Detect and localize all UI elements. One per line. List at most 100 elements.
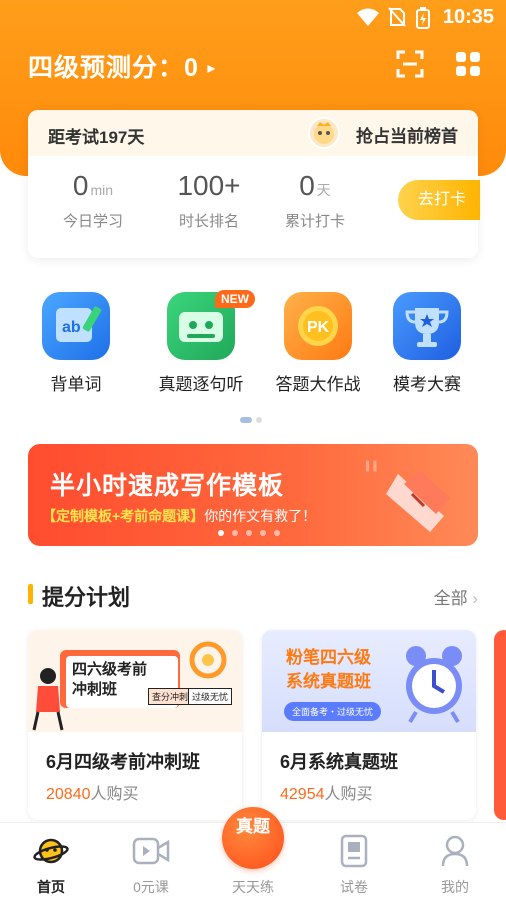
radio-icon: NEW bbox=[167, 290, 255, 360]
pager-dot bbox=[256, 417, 262, 423]
banner-title: 半小时速成写作模板 bbox=[50, 472, 285, 500]
rank-avatar-icon bbox=[308, 117, 340, 149]
page-title: 四级预测分：0 bbox=[28, 54, 199, 82]
nav-label: 首页 bbox=[37, 879, 65, 895]
nav-item-free-course[interactable]: 0元课 bbox=[106, 833, 196, 897]
quick-pager-dots bbox=[240, 410, 266, 428]
buyer-count: 20840 bbox=[46, 786, 91, 803]
svg-text:PK: PK bbox=[307, 319, 330, 336]
quick-label: 真题逐句听 bbox=[158, 375, 244, 394]
alarm-clock-icon bbox=[406, 646, 462, 724]
stat-label: 时长排名 bbox=[178, 213, 239, 230]
predicted-score-link[interactable]: 四级预测分：0 ▸ bbox=[28, 48, 216, 84]
trophy-icon bbox=[393, 292, 461, 360]
stat-value: 100+ bbox=[177, 170, 241, 201]
course-image-title: 系统真题班 bbox=[286, 672, 371, 691]
scan-icon[interactable] bbox=[396, 50, 424, 78]
status-time: 10:35 bbox=[442, 6, 494, 28]
status-bar: 10:35 bbox=[0, 0, 506, 34]
bottom-nav: 首页 0元课 真题 天天练 试卷 我的 bbox=[0, 807, 506, 900]
exam-card: 距考试197天 抢占当前榜首 0 min 今日学习 100+ 时长排名 0天 累计… bbox=[28, 110, 480, 258]
nav-item-home[interactable]: 首页 bbox=[6, 833, 96, 897]
course-buyers: 20840人购买 bbox=[46, 780, 139, 804]
student-illustration-icon bbox=[32, 668, 64, 731]
banner-subtitle-highlight: 【定制模板+考前命题课】 bbox=[42, 508, 205, 524]
video-icon bbox=[132, 837, 170, 865]
profile-icon bbox=[441, 835, 469, 867]
course-buyers: 42954人购买 bbox=[280, 780, 373, 804]
exam-countdown: 距考试197天 bbox=[48, 128, 145, 147]
no-sim-icon bbox=[388, 7, 406, 27]
course-image-title: 粉笔四六级 bbox=[286, 648, 371, 667]
stat-study-today: 0 min 今日学习 bbox=[38, 170, 148, 231]
stat-label: 今日学习 bbox=[62, 213, 123, 230]
banner-dot bbox=[232, 530, 238, 536]
course-name: 6月系统真题班 bbox=[280, 752, 399, 772]
course-image-tag: 全面备考・过级无忧 bbox=[284, 702, 382, 721]
stat-value: 0 bbox=[299, 170, 315, 201]
svg-text:": " bbox=[362, 454, 380, 500]
stat-duration-rank: 100+ 时长排名 bbox=[154, 170, 264, 231]
course-image-tag: 过级无忧 bbox=[188, 688, 233, 705]
see-all-link[interactable]: 全部 › bbox=[434, 584, 478, 609]
section-title: 提分计划 bbox=[42, 585, 131, 610]
exam-card-header: 距考试197天 抢占当前榜首 bbox=[28, 110, 478, 156]
fountain-pen-icon: " bbox=[362, 454, 450, 532]
course-image-title: 四六级考前 bbox=[72, 661, 148, 678]
quick-item-mock-exam[interactable]: 模考大赛 bbox=[372, 292, 482, 395]
chevron-right-icon: › bbox=[472, 589, 478, 608]
buyer-suffix: 人购买 bbox=[90, 786, 139, 803]
stat-unit: min bbox=[90, 182, 114, 198]
section-header: 提分计划 全部 › bbox=[28, 580, 478, 610]
buyer-suffix: 人购买 bbox=[324, 786, 373, 803]
pager-dot-active bbox=[240, 417, 252, 423]
quick-label: 答题大作战 bbox=[275, 375, 361, 394]
banner-pager-dots bbox=[218, 523, 288, 541]
quick-label: 模考大赛 bbox=[393, 375, 461, 394]
buyer-count: 42954 bbox=[280, 786, 325, 803]
course-card[interactable]: 粉笔四六级 系统真题班 全面备考・过级无忧 6月系统真题班 42954人购买 bbox=[262, 630, 476, 820]
stat-unit: 天 bbox=[316, 182, 331, 198]
banner-dot bbox=[274, 530, 280, 536]
section-accent-bar bbox=[28, 584, 33, 604]
banner-subtitle-text: 你的作文有救了！ bbox=[204, 508, 317, 524]
banner-dot bbox=[246, 530, 252, 536]
battery-charging-icon bbox=[416, 7, 430, 29]
nav-item-daily-practice[interactable]: 天天练 bbox=[208, 833, 298, 897]
nav-label: 我的 bbox=[441, 879, 469, 895]
quick-item-vocabulary[interactable]: ab 背单词 bbox=[21, 292, 131, 395]
nav-label: 0元课 bbox=[133, 879, 169, 895]
course-card[interactable]: 四六级考前 冲刺班 查分冲刺 过级无忧 6月四级考前冲刺班 20840人购买 bbox=[28, 630, 242, 820]
stat-label: 累计打卡 bbox=[284, 213, 345, 230]
promo-banner[interactable]: 半小时速成写作模板 【定制模板+考前命题课】你的作文有救了！ " bbox=[28, 444, 478, 546]
course-image-tag: 查分冲刺 bbox=[148, 688, 193, 705]
grid-menu-icon[interactable] bbox=[454, 50, 482, 78]
course-name: 6月四级考前冲刺班 bbox=[46, 752, 201, 772]
nav-label: 试卷 bbox=[340, 879, 368, 895]
home-planet-icon bbox=[33, 838, 69, 864]
course-card-peek[interactable] bbox=[494, 630, 506, 820]
pk-icon: PK bbox=[284, 292, 352, 360]
svg-text:ab: ab bbox=[62, 319, 81, 336]
nav-item-profile[interactable]: 我的 bbox=[410, 833, 500, 897]
rank-top-link[interactable]: 抢占当前榜首 bbox=[356, 122, 458, 147]
course-image: 四六级考前 冲刺班 查分冲刺 过级无忧 bbox=[28, 630, 242, 732]
quick-label: 背单词 bbox=[50, 375, 102, 394]
quick-item-listening[interactable]: NEW 真题逐句听 bbox=[146, 290, 256, 395]
stat-value: 0 bbox=[72, 170, 89, 201]
chevron-right-icon: ▸ bbox=[207, 60, 217, 77]
word-book-icon: ab bbox=[42, 292, 110, 360]
gear-decoration-icon bbox=[189, 641, 227, 679]
paper-icon bbox=[340, 834, 368, 868]
quick-item-pk-battle[interactable]: PK 答题大作战 bbox=[263, 292, 373, 395]
quick-entries: ab 背单词 NEW 真题逐句听 PK 答题大作战 模考大赛 bbox=[0, 290, 506, 402]
banner-dot bbox=[260, 530, 266, 536]
course-image: 粉笔四六级 系统真题班 全面备考・过级无忧 bbox=[262, 630, 476, 732]
see-all-label: 全部 bbox=[433, 589, 468, 608]
banner-dot-active bbox=[218, 530, 224, 536]
new-badge: NEW bbox=[215, 290, 255, 308]
nav-item-papers[interactable]: 试卷 bbox=[309, 833, 399, 897]
checkin-button[interactable]: 去打卡 bbox=[398, 180, 480, 220]
header-title-row: 四级预测分：0 ▸ bbox=[28, 48, 482, 82]
wifi-icon bbox=[357, 8, 379, 26]
